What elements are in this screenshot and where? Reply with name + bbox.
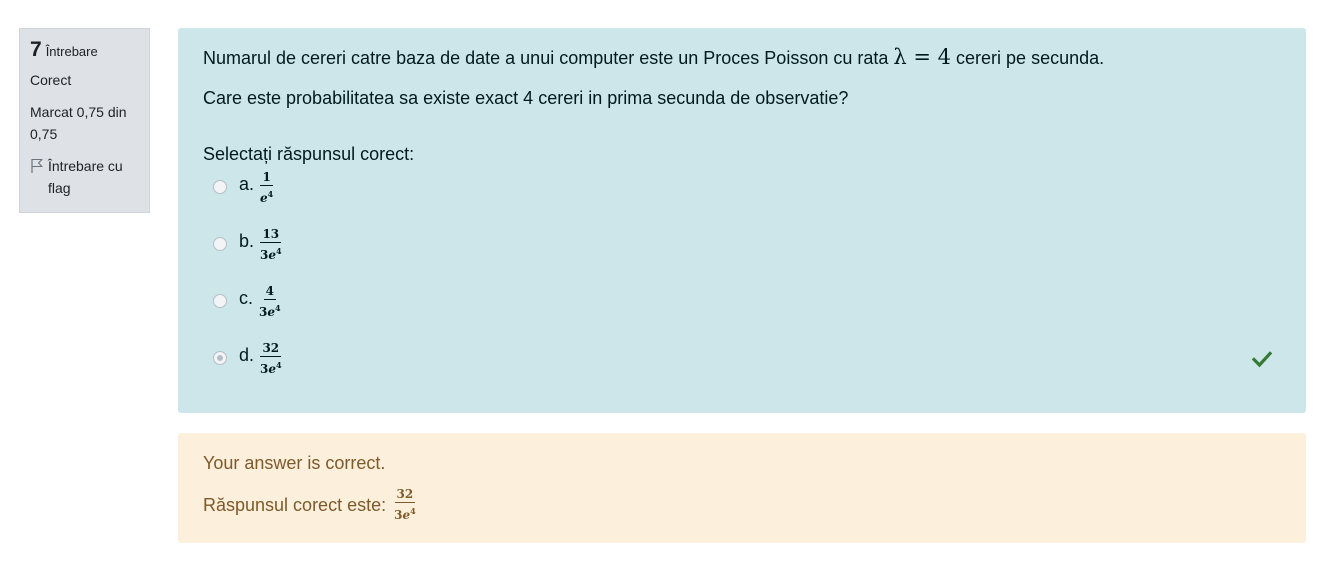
question-line: Care este probabilitatea sa existe exact… [203,88,849,108]
feedback-message: Your answer is correct. [203,453,386,473]
answer-radio[interactable] [213,351,227,365]
flag-icon [31,158,43,173]
question-info: 7 Întrebare Corect Marcat 0,75 din 0,75 … [19,28,150,213]
fraction-numerator: 32 [260,341,282,357]
right-answer-fraction: 32 3e4 [394,488,416,522]
answer-fraction: 13 3e4 [260,228,282,262]
question-text: Numarul de cereri catre baza de date a u… [203,44,1281,111]
denominator-base: e [260,191,268,205]
question-statement: Numarul de cereri catre baza de date a u… [203,44,1281,71]
answer-prompt: Selectați răspunsul corect: [203,144,415,164]
fraction-denominator: 3e4 [260,357,282,376]
rate-formula: λ = 4 [893,45,952,69]
fraction-numerator: 4 [263,284,276,300]
question-number: 7 Întrebare [30,39,139,63]
fraction-denominator: 3e4 [259,300,281,319]
answer-radio[interactable] [213,180,227,194]
flag-question-label: Întrebare cu flag [48,158,123,196]
denominator-exponent: 4 [267,189,274,199]
answer-fraction: 32 3e4 [260,342,282,376]
answer-options: a. 1 e4 b. 13 3e4 c. 4 3e4 d. 32 3e4 [203,171,1281,399]
answer-letter: a. [239,174,255,194]
denominator-base: e [268,362,277,376]
fraction-denominator: 3e4 [394,503,416,522]
answer-option[interactable]: c. 4 3e4 [203,285,1281,342]
answer-option[interactable]: a. 1 e4 [203,171,1281,228]
answer-option[interactable]: b. 13 3e4 [203,228,1281,285]
answer-fraction: 1 e4 [260,171,273,205]
question-number-value: 7 [30,38,42,61]
answer-option[interactable]: d. 32 3e4 [203,342,1281,399]
question-grade: Marcat 0,75 din 0,75 [30,104,127,142]
question-formulation: Numarul de cereri catre baza de date a u… [178,28,1306,413]
question-number-label: Întrebare [45,44,98,59]
denominator-base: e [268,248,277,262]
denominator-exponent: 4 [410,506,416,516]
answer-letter: d. [239,345,255,365]
answer-letter: c. [239,288,254,308]
right-answer: Răspunsul corect este: 32 3e4 [203,488,1281,522]
answer-fraction: 4 3e4 [259,285,281,319]
answer-radio[interactable] [213,237,227,251]
denominator-base: e [402,508,411,522]
answer-radio[interactable] [213,294,227,308]
fraction-denominator: e4 [260,186,273,205]
answer-letter: b. [239,231,255,251]
question-state: Corect [30,72,72,88]
question-text-before: Numarul de cereri catre baza de date a u… [203,48,889,68]
feedback-box: Your answer is correct. Răspunsul corect… [178,433,1306,543]
denominator-exponent: 4 [276,246,282,256]
check-icon [1251,351,1273,368]
fraction-numerator: 13 [260,227,282,243]
denominator-exponent: 4 [276,360,282,370]
quiz-page: 7 Întrebare Corect Marcat 0,75 din 0,75 … [0,0,1342,576]
question-text-after: cereri pe secunda. [956,48,1105,68]
right-answer-label: Răspunsul corect este: [203,494,387,515]
fraction-numerator: 1 [260,170,273,186]
fraction-numerator: 32 [394,487,416,503]
denominator-exponent: 4 [275,303,281,313]
fraction-denominator: 3e4 [260,243,282,262]
flag-question-toggle[interactable]: Întrebare cu flag [30,155,139,199]
denominator-base: e [267,305,276,319]
